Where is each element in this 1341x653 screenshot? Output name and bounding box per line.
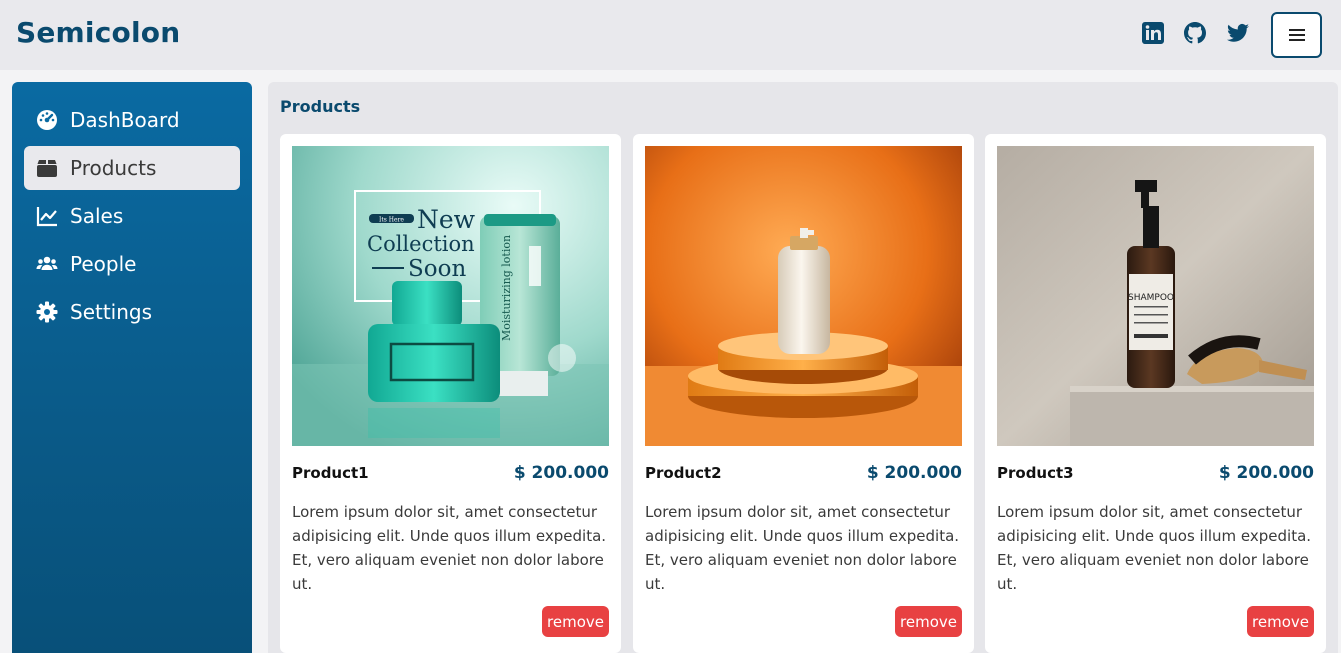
image-headline-line1: New xyxy=(417,205,476,234)
sidebar-item-sales[interactable]: Sales xyxy=(24,194,240,238)
product-name: Product1 xyxy=(292,464,369,482)
brand-logo[interactable]: Semicolon xyxy=(16,16,180,49)
product-card: Its Here New Collection Soon Moisturizin… xyxy=(280,134,621,653)
image-tube-text: Moisturizing lotion xyxy=(500,235,513,341)
product-name: Product2 xyxy=(645,464,722,482)
remove-button[interactable]: remove xyxy=(542,606,609,637)
sidebar-item-label: Products xyxy=(70,156,157,180)
product-description: Lorem ipsum dolor sit, amet consectetur … xyxy=(997,503,1312,593)
image-bottle-label: SHAMPOO xyxy=(1128,293,1174,303)
product-price: $ 200.000 xyxy=(513,463,609,483)
product-card: SHAMPOO Product3 $ 200.000 Lorem ipsum d… xyxy=(985,134,1326,653)
remove-button[interactable]: remove xyxy=(895,606,962,637)
github-icon[interactable] xyxy=(1182,20,1208,46)
remove-button[interactable]: remove xyxy=(1247,606,1314,637)
product-price: $ 200.000 xyxy=(866,463,962,483)
users-icon xyxy=(36,253,58,275)
product-description: Lorem ipsum dolor sit, amet consectetur … xyxy=(292,503,607,593)
box-icon xyxy=(36,157,58,179)
product-card: Product2 $ 200.000 Lorem ipsum dolor sit… xyxy=(633,134,974,653)
sidebar-item-dashboard[interactable]: DashBoard xyxy=(24,98,240,142)
products-panel: Products Its Here New Collection Soon Mo… xyxy=(268,82,1338,653)
image-headline-line2: Collection xyxy=(367,232,475,256)
dashboard-icon xyxy=(36,109,58,131)
twitter-icon[interactable] xyxy=(1225,20,1251,46)
page-title: Products xyxy=(280,97,361,116)
sidebar-item-label: Sales xyxy=(70,204,124,228)
product-image: SHAMPOO xyxy=(997,146,1314,446)
top-bar: Semicolon xyxy=(0,0,1341,70)
menu-toggle-button[interactable] xyxy=(1271,12,1322,58)
sidebar-item-label: DashBoard xyxy=(70,108,180,132)
hamburger-icon xyxy=(1288,29,1305,41)
linkedin-icon[interactable] xyxy=(1140,20,1166,46)
image-badge-text: Its Here xyxy=(379,217,404,224)
product-image xyxy=(645,146,962,446)
product-description: Lorem ipsum dolor sit, amet consectetur … xyxy=(645,503,960,593)
sidebar-item-settings[interactable]: Settings xyxy=(24,290,240,334)
chart-line-icon xyxy=(36,205,58,227)
sidebar-item-label: People xyxy=(70,252,137,276)
sidebar-item-people[interactable]: People xyxy=(24,242,240,286)
image-headline-line3: Soon xyxy=(408,256,466,282)
product-image: Its Here New Collection Soon Moisturizin… xyxy=(292,146,609,446)
gear-icon xyxy=(36,301,58,323)
sidebar: DashBoard Products Sales People Settings xyxy=(12,82,252,653)
sidebar-item-products[interactable]: Products xyxy=(24,146,240,190)
product-name: Product3 xyxy=(997,464,1074,482)
sidebar-item-label: Settings xyxy=(70,300,153,324)
product-price: $ 200.000 xyxy=(1218,463,1314,483)
